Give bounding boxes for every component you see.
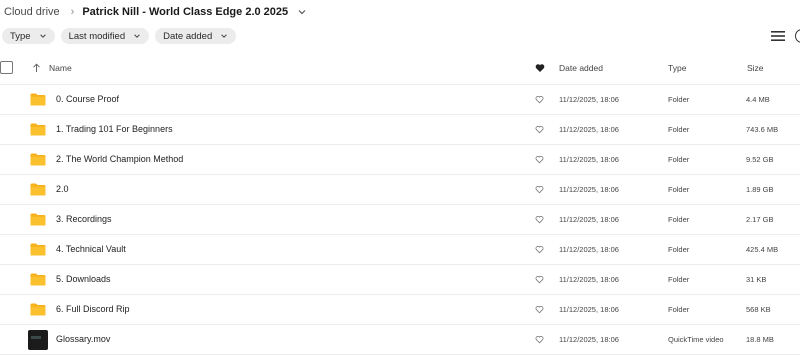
file-type: Folder xyxy=(668,245,690,254)
date-added: 11/12/2025, 18:06 xyxy=(559,215,619,224)
file-name[interactable]: 4. Technical Vault xyxy=(56,244,126,254)
file-size: 1.89 GB xyxy=(746,185,774,194)
chevron-down-icon xyxy=(134,34,140,38)
file-size: 425.4 MB xyxy=(746,245,779,254)
filter-date-added-label: Date added xyxy=(163,30,213,42)
column-header-size[interactable]: Size xyxy=(747,63,764,73)
list-view-icon[interactable] xyxy=(770,29,786,43)
file-size: 2.17 GB xyxy=(746,215,774,224)
table-row[interactable]: 1. Trading 101 For Beginners 11/12/2025,… xyxy=(0,114,800,144)
file-name[interactable]: 1. Trading 101 For Beginners xyxy=(56,124,173,134)
folder-icon xyxy=(30,243,46,256)
file-size: 18.8 MB xyxy=(746,335,774,344)
file-name[interactable]: Glossary.mov xyxy=(56,334,110,344)
heart-outline-icon[interactable] xyxy=(535,245,544,254)
chevron-down-icon[interactable] xyxy=(297,6,309,18)
file-type: Folder xyxy=(668,185,690,194)
file-type: Folder xyxy=(668,215,690,224)
video-thumbnail xyxy=(28,330,48,350)
file-size: 9.52 GB xyxy=(746,155,774,164)
column-header-type[interactable]: Type xyxy=(668,63,686,73)
chevron-down-icon xyxy=(39,34,46,38)
folder-icon xyxy=(30,303,46,316)
file-size: 743.6 MB xyxy=(746,125,779,134)
date-added: 11/12/2025, 18:06 xyxy=(559,155,619,164)
select-all-checkbox[interactable] xyxy=(0,61,13,74)
table-row[interactable]: 2.0 11/12/2025, 18:06 Folder 1.89 GB xyxy=(0,174,800,204)
table-row[interactable]: 5. Downloads 11/12/2025, 18:06 Folder 31… xyxy=(0,264,800,294)
folder-icon xyxy=(30,123,46,136)
heart-filled-icon[interactable] xyxy=(535,63,545,73)
file-size: 31 KB xyxy=(746,275,767,284)
heart-outline-icon[interactable] xyxy=(535,125,544,134)
filter-type-label: Type xyxy=(10,30,31,42)
table-row[interactable]: 2. The World Champion Method 11/12/2025,… xyxy=(0,144,800,174)
date-added: 11/12/2025, 18:06 xyxy=(559,275,619,284)
date-added: 11/12/2025, 18:06 xyxy=(559,95,619,104)
file-type: Folder xyxy=(668,305,690,314)
folder-icon xyxy=(30,183,46,196)
table-row[interactable]: 0. Course Proof 11/12/2025, 18:06 Folder… xyxy=(0,84,800,114)
heart-outline-icon[interactable] xyxy=(535,215,544,224)
breadcrumb-current-folder[interactable]: Patrick Nill - World Class Edge 2.0 2025 xyxy=(82,6,288,18)
file-name[interactable]: 6. Full Discord Rip xyxy=(56,304,130,314)
file-name[interactable]: 3. Recordings xyxy=(56,214,112,224)
filter-type[interactable]: Type xyxy=(2,28,55,44)
info-icon[interactable] xyxy=(795,29,800,43)
chevron-right-icon: › xyxy=(70,6,75,18)
folder-icon xyxy=(30,93,46,106)
heart-outline-icon[interactable] xyxy=(535,305,544,314)
filter-last-modified-label: Last modified xyxy=(68,30,126,42)
folder-icon xyxy=(30,153,46,166)
sort-arrow-up-icon[interactable] xyxy=(32,63,41,73)
file-type: QuickTime video xyxy=(668,335,724,344)
heart-outline-icon[interactable] xyxy=(535,275,544,284)
filter-bar: Type Last modified Date added xyxy=(2,28,237,44)
file-name[interactable]: 2.0 xyxy=(56,184,69,194)
breadcrumb-cloud-drive[interactable]: Cloud drive xyxy=(4,6,60,18)
date-added: 11/12/2025, 18:06 xyxy=(559,185,619,194)
date-added: 11/12/2025, 18:06 xyxy=(559,125,619,134)
file-list: 0. Course Proof 11/12/2025, 18:06 Folder… xyxy=(0,84,800,355)
table-row[interactable]: 4. Technical Vault 11/12/2025, 18:06 Fol… xyxy=(0,234,800,264)
date-added: 11/12/2025, 18:06 xyxy=(559,305,619,314)
file-size: 568 KB xyxy=(746,305,771,314)
file-name[interactable]: 2. The World Champion Method xyxy=(56,154,183,164)
file-type: Folder xyxy=(668,275,690,284)
table-row[interactable]: 3. Recordings 11/12/2025, 18:06 Folder 2… xyxy=(0,204,800,234)
folder-icon xyxy=(30,273,46,286)
table-row[interactable]: 6. Full Discord Rip 11/12/2025, 18:06 Fo… xyxy=(0,294,800,324)
file-name[interactable]: 0. Course Proof xyxy=(56,94,119,104)
column-header-date-added[interactable]: Date added xyxy=(559,63,603,73)
chevron-down-icon xyxy=(221,34,228,38)
table-row[interactable]: Glossary.mov 11/12/2025, 18:06 QuickTime… xyxy=(0,324,800,355)
file-size: 4.4 MB xyxy=(746,95,770,104)
column-header-name[interactable]: Name xyxy=(49,63,72,73)
date-added: 11/12/2025, 18:06 xyxy=(559,335,619,344)
file-type: Folder xyxy=(668,125,690,134)
heart-outline-icon[interactable] xyxy=(535,335,544,344)
folder-icon xyxy=(30,213,46,226)
heart-outline-icon[interactable] xyxy=(535,95,544,104)
breadcrumb: Cloud drive › Patrick Nill - World Class… xyxy=(4,4,309,20)
file-name[interactable]: 5. Downloads xyxy=(56,274,111,284)
file-type: Folder xyxy=(668,95,690,104)
table-header: Name Date added Type Size xyxy=(0,57,800,81)
heart-outline-icon[interactable] xyxy=(535,185,544,194)
filter-last-modified[interactable]: Last modified xyxy=(60,28,150,44)
date-added: 11/12/2025, 18:06 xyxy=(559,245,619,254)
heart-outline-icon[interactable] xyxy=(535,155,544,164)
filter-date-added[interactable]: Date added xyxy=(155,28,237,44)
file-type: Folder xyxy=(668,155,690,164)
